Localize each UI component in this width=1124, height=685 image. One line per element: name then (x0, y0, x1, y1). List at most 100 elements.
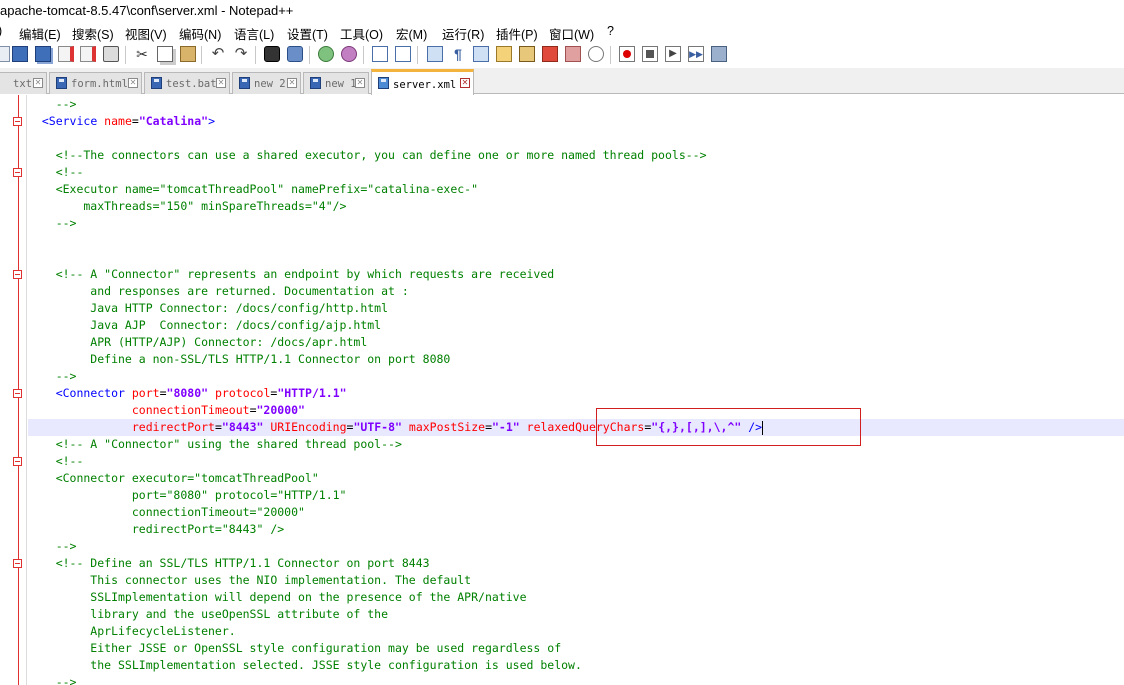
stop-macro-icon[interactable] (642, 46, 658, 62)
code-line[interactable]: <Service name="Catalina"> (28, 113, 1124, 130)
tab-form-html[interactable]: form.html ✕ (49, 72, 142, 94)
zoom-in-icon[interactable] (318, 46, 334, 62)
fold-toggle-icon[interactable] (13, 457, 22, 466)
menu-settings[interactable]: 设置(T) (287, 24, 328, 43)
menu-language[interactable]: 语言(L) (234, 24, 274, 43)
code-line[interactable]: <!-- (28, 164, 1124, 181)
paste-icon[interactable] (180, 46, 196, 62)
close-icon[interactable] (58, 46, 74, 62)
code-line[interactable]: Java AJP Connector: /docs/config/ajp.htm… (28, 317, 1124, 334)
code-line[interactable]: maxThreads="150" minSpareThreads="4"/> (28, 198, 1124, 215)
close-icon[interactable]: ✕ (460, 78, 470, 88)
code-line[interactable] (28, 232, 1124, 249)
code-line[interactable]: <Executor name="tomcatThreadPool" namePr… (28, 181, 1124, 198)
code-line[interactable]: redirectPort="8443" URIEncoding="UTF-8" … (28, 419, 1124, 436)
close-all-icon[interactable] (80, 46, 96, 62)
menu-tools[interactable]: 工具(O) (340, 24, 383, 43)
play-macro-icon[interactable]: ▶ (665, 46, 681, 62)
save-icon[interactable] (12, 46, 28, 62)
code-line[interactable]: the SSLImplementation selected. JSSE sty… (28, 657, 1124, 674)
code-line[interactable]: SSLImplementation will depend on the pre… (28, 589, 1124, 606)
menu-plugins[interactable]: 插件(P) (496, 24, 538, 43)
tab-new-2[interactable]: new 2 ✕ (232, 72, 301, 94)
code-token: = (249, 403, 257, 417)
code-line[interactable]: <!-- A "Connector" using the shared thre… (28, 436, 1124, 453)
code-line[interactable]: <!-- (28, 453, 1124, 470)
run-macro-multiple-icon[interactable]: ▶▶ (688, 46, 704, 62)
code-line[interactable]: --> (28, 538, 1124, 555)
menu-view[interactable]: 视图(V) (125, 24, 167, 43)
code-line[interactable]: <Connector port="8080" protocol="HTTP/1.… (28, 385, 1124, 402)
tab-new-1[interactable]: new 1 ✕ (303, 72, 369, 94)
code-line[interactable]: This connector uses the NIO implementati… (28, 572, 1124, 589)
sync-horizontal-icon[interactable] (395, 46, 411, 62)
replace-icon[interactable] (287, 46, 303, 62)
close-icon[interactable]: ✕ (355, 78, 365, 88)
record-macro-icon[interactable] (619, 46, 635, 62)
editor[interactable]: --> <Service name="Catalina"> <!--The co… (0, 95, 1124, 685)
code-token: redirectPort (131, 420, 215, 434)
code-line[interactable]: <!--The connectors can use a shared exec… (28, 147, 1124, 164)
show-all-chars-icon[interactable]: ¶ (450, 46, 466, 62)
menu-file[interactable]: ) (0, 24, 2, 38)
fold-toggle-icon[interactable] (13, 117, 22, 126)
folder-workspace-icon[interactable] (542, 46, 558, 62)
code-line[interactable]: and responses are returned. Documentatio… (28, 283, 1124, 300)
undo-icon[interactable]: ↶ (210, 46, 226, 62)
word-wrap-icon[interactable] (427, 46, 443, 62)
code-line[interactable] (28, 130, 1124, 147)
monitoring-icon[interactable] (565, 46, 581, 62)
redo-icon[interactable]: ↷ (233, 46, 249, 62)
print-icon[interactable] (103, 46, 119, 62)
menu-macro[interactable]: 宏(M) (396, 24, 427, 43)
code-line[interactable]: --> (28, 215, 1124, 232)
zoom-out-icon[interactable] (341, 46, 357, 62)
code-line[interactable]: <!-- Define an SSL/TLS HTTP/1.1 Connecto… (28, 555, 1124, 572)
new-file-icon[interactable] (0, 46, 10, 62)
close-icon[interactable]: ✕ (33, 78, 43, 88)
fold-toggle-icon[interactable] (13, 168, 22, 177)
fold-toggle-icon[interactable] (13, 559, 22, 568)
save-macro-icon[interactable] (711, 46, 727, 62)
code-line[interactable]: Java HTTP Connector: /docs/config/http.h… (28, 300, 1124, 317)
code-line[interactable]: Define a non-SSL/TLS HTTP/1.1 Connector … (28, 351, 1124, 368)
menu-encoding[interactable]: 编码(N) (179, 24, 221, 43)
code-line[interactable]: APR (HTTP/AJP) Connector: /docs/apr.html (28, 334, 1124, 351)
code-line[interactable]: --> (28, 96, 1124, 113)
code-line[interactable] (28, 249, 1124, 266)
view-icon[interactable] (588, 46, 604, 62)
tab-txt[interactable]: txt ✕ (0, 72, 47, 94)
fold-margin[interactable] (0, 95, 24, 685)
code-line[interactable]: redirectPort="8443" /> (28, 521, 1124, 538)
close-icon[interactable]: ✕ (128, 78, 138, 88)
code-line[interactable]: <Connector executor="tomcatThreadPool" (28, 470, 1124, 487)
save-all-icon[interactable] (35, 46, 51, 62)
fold-toggle-icon[interactable] (13, 389, 22, 398)
code-line[interactable]: library and the useOpenSSL attribute of … (28, 606, 1124, 623)
fold-toggle-icon[interactable] (13, 270, 22, 279)
close-icon[interactable]: ✕ (287, 78, 297, 88)
code-line[interactable]: <!-- A "Connector" represents an endpoin… (28, 266, 1124, 283)
menu-edit[interactable]: 编辑(E) (19, 24, 61, 43)
tab-server-xml[interactable]: server.xml ✕ (371, 69, 474, 95)
code-line[interactable]: connectionTimeout="20000" (28, 504, 1124, 521)
function-list-icon[interactable] (519, 46, 535, 62)
code-line[interactable]: Either JSSE or OpenSSL style configurati… (28, 640, 1124, 657)
cut-icon[interactable]: ✂ (134, 46, 150, 62)
code-line[interactable]: --> (28, 368, 1124, 385)
menu-search[interactable]: 搜索(S) (72, 24, 114, 43)
find-icon[interactable] (264, 46, 280, 62)
close-icon[interactable]: ✕ (216, 78, 226, 88)
menu-window[interactable]: 窗口(W) (549, 24, 594, 43)
document-map-icon[interactable] (496, 46, 512, 62)
menu-help[interactable]: ? (607, 24, 614, 38)
copy-icon[interactable] (157, 46, 173, 62)
code-line[interactable]: --> (28, 674, 1124, 685)
menu-run[interactable]: 运行(R) (442, 24, 484, 43)
code-line[interactable]: AprLifecycleListener. (28, 623, 1124, 640)
sync-vertical-icon[interactable] (372, 46, 388, 62)
code-line[interactable]: port="8080" protocol="HTTP/1.1" (28, 487, 1124, 504)
tab-test-bat[interactable]: test.bat ✕ (144, 72, 230, 94)
indent-guide-icon[interactable] (473, 46, 489, 62)
code-line[interactable]: connectionTimeout="20000" (28, 402, 1124, 419)
